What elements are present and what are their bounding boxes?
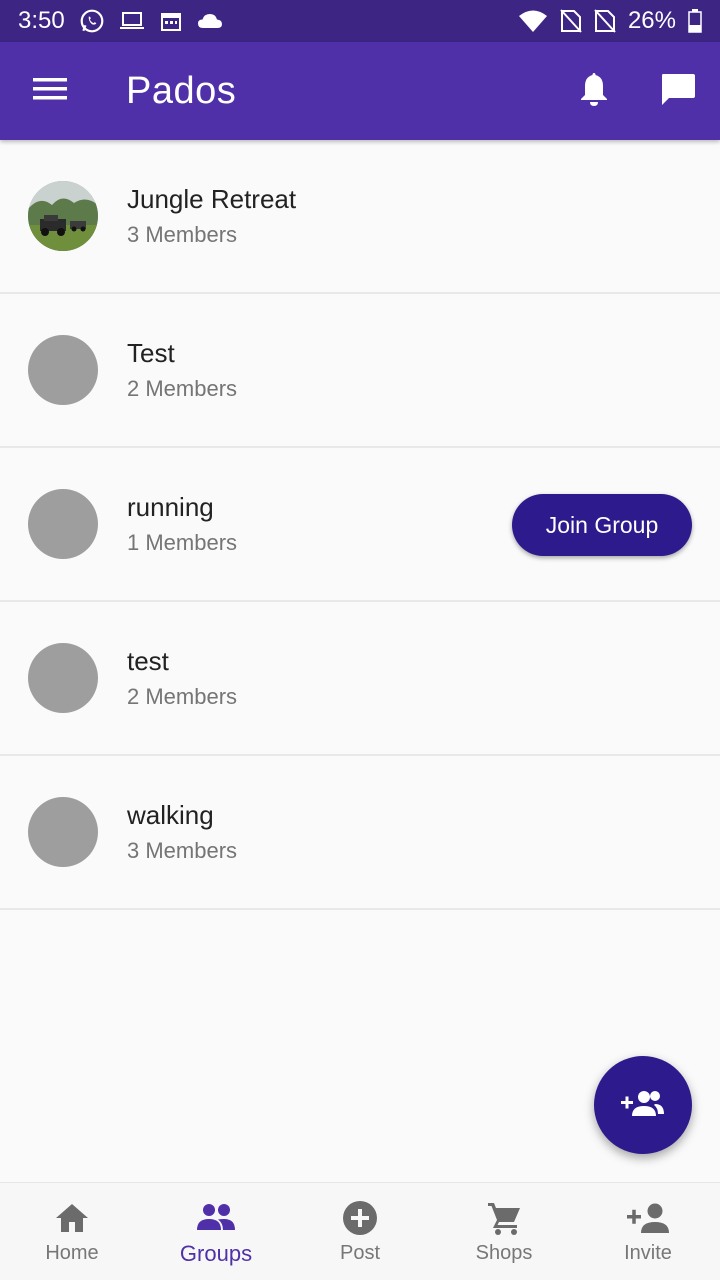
jungle-photo-icon [28, 181, 98, 251]
group-member-count: 2 Members [127, 376, 238, 401]
bell-icon [578, 71, 610, 112]
status-bar: 3:50 26% [0, 0, 720, 42]
group-member-count: 2 Members [127, 684, 238, 709]
laptop-icon [119, 10, 145, 32]
groups-icon [196, 1197, 236, 1237]
group-member-count: 3 Members [127, 222, 238, 247]
calendar-icon [159, 9, 183, 33]
whatsapp-icon [79, 8, 105, 34]
group-member-count: 3 Members [127, 838, 238, 863]
add-circle-icon [342, 1198, 378, 1238]
notifications-button[interactable] [552, 42, 636, 140]
battery-percent: 26% [627, 7, 676, 34]
app-bar: Pados [0, 42, 720, 140]
page-title: Pados [126, 69, 237, 112]
menu-button[interactable] [0, 42, 100, 140]
chat-icon [660, 72, 696, 111]
list-item[interactable]: Test 2 Members [0, 294, 720, 448]
status-time: 3:50 [18, 7, 65, 34]
battery-icon [688, 9, 702, 33]
nav-item-home[interactable]: Home [0, 1183, 144, 1280]
nav-item-groups[interactable]: Groups [144, 1183, 288, 1280]
list-item[interactable]: test 2 Members [0, 602, 720, 756]
wifi-icon [518, 9, 548, 33]
cloud-icon [197, 11, 223, 31]
nav-item-label: Post [339, 1242, 381, 1264]
avatar [28, 797, 98, 867]
messages-button[interactable] [636, 42, 720, 140]
group-member-count: 1 Members [127, 530, 238, 555]
bottom-navigation: Home Groups Post Shops Invite [0, 1182, 720, 1280]
nav-item-label: Groups [179, 1240, 253, 1266]
group-name: Test [127, 338, 175, 368]
list-item[interactable]: walking 3 Members [0, 756, 720, 910]
group-name: test [127, 646, 169, 676]
no-sim-icon [560, 9, 582, 33]
list-item[interactable]: running 1 Members Join Group [0, 448, 720, 602]
avatar [28, 335, 98, 405]
hamburger-menu-icon [33, 77, 67, 106]
home-icon [54, 1198, 90, 1238]
avatar [28, 643, 98, 713]
nav-item-label: Shops [475, 1242, 533, 1264]
nav-item-label: Home [45, 1242, 99, 1264]
nav-item-invite[interactable]: Invite [576, 1183, 720, 1280]
cart-icon [486, 1198, 522, 1238]
group-add-icon [621, 1089, 665, 1122]
nav-item-shops[interactable]: Shops [432, 1183, 576, 1280]
join-group-button[interactable]: Join Group [512, 494, 692, 556]
avatar [28, 181, 98, 251]
avatar [28, 489, 98, 559]
nav-item-post[interactable]: Post [288, 1183, 432, 1280]
group-name: walking [127, 800, 214, 830]
person-add-icon [627, 1198, 669, 1238]
create-group-fab[interactable] [594, 1056, 692, 1154]
nav-item-label: Invite [624, 1242, 672, 1264]
group-name: running [127, 492, 214, 522]
group-name: Jungle Retreat [127, 184, 297, 214]
no-sim-icon [594, 9, 616, 33]
list-item[interactable]: Jungle Retreat 3 Members [0, 140, 720, 294]
group-list: Jungle Retreat 3 Members Test 2 Members … [0, 140, 720, 910]
